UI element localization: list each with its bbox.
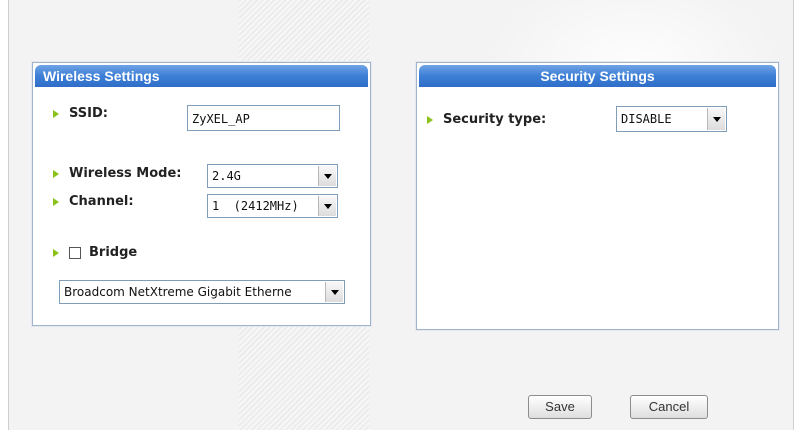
security-settings-title: Security Settings [419, 65, 776, 87]
security-type-value: DISABLE [621, 112, 672, 126]
chevron-down-icon[interactable] [318, 196, 336, 216]
green-arrow-icon [53, 248, 59, 257]
ssid-row: SSID: [53, 106, 108, 121]
ssid-input[interactable]: ZyXEL_AP [187, 105, 340, 131]
wireless-mode-row: Wireless Mode: [53, 166, 182, 181]
network-adapter-select[interactable]: Broadcom NetXtreme Gigabit Etherne [59, 280, 345, 304]
wireless-settings-title: Wireless Settings [35, 65, 368, 87]
channel-select[interactable]: 1 (2412MHz) [207, 194, 338, 218]
security-type-row: Security type: [427, 112, 546, 127]
green-arrow-icon [53, 169, 59, 178]
cancel-button[interactable]: Cancel [630, 395, 708, 419]
wireless-mode-select[interactable]: 2.4G [207, 164, 338, 188]
bridge-checkbox[interactable] [69, 246, 81, 259]
channel-label: Channel: [69, 194, 134, 209]
wireless-mode-value: 2.4G [212, 169, 241, 183]
green-arrow-icon [53, 109, 59, 118]
bridge-row: Bridge [53, 245, 137, 260]
chevron-down-icon[interactable] [318, 166, 336, 186]
security-type-label: Security type: [443, 112, 547, 127]
channel-row: Channel: [53, 194, 134, 209]
green-arrow-icon [427, 115, 433, 124]
channel-value: 1 (2412MHz) [212, 199, 299, 213]
wireless-mode-label: Wireless Mode: [69, 166, 182, 181]
security-settings-panel: Security Settings [416, 62, 779, 330]
settings-frame: Wireless Settings SSID: ZyXEL_AP Wireles… [8, 0, 794, 430]
ssid-label: SSID: [69, 106, 108, 121]
chevron-down-icon[interactable] [707, 108, 725, 130]
save-button[interactable]: Save [528, 395, 592, 419]
chevron-down-icon[interactable] [325, 282, 343, 302]
network-adapter-value: Broadcom NetXtreme Gigabit Etherne [64, 285, 292, 299]
security-type-select[interactable]: DISABLE [616, 106, 727, 132]
bridge-label: Bridge [89, 245, 138, 260]
green-arrow-icon [53, 197, 59, 206]
